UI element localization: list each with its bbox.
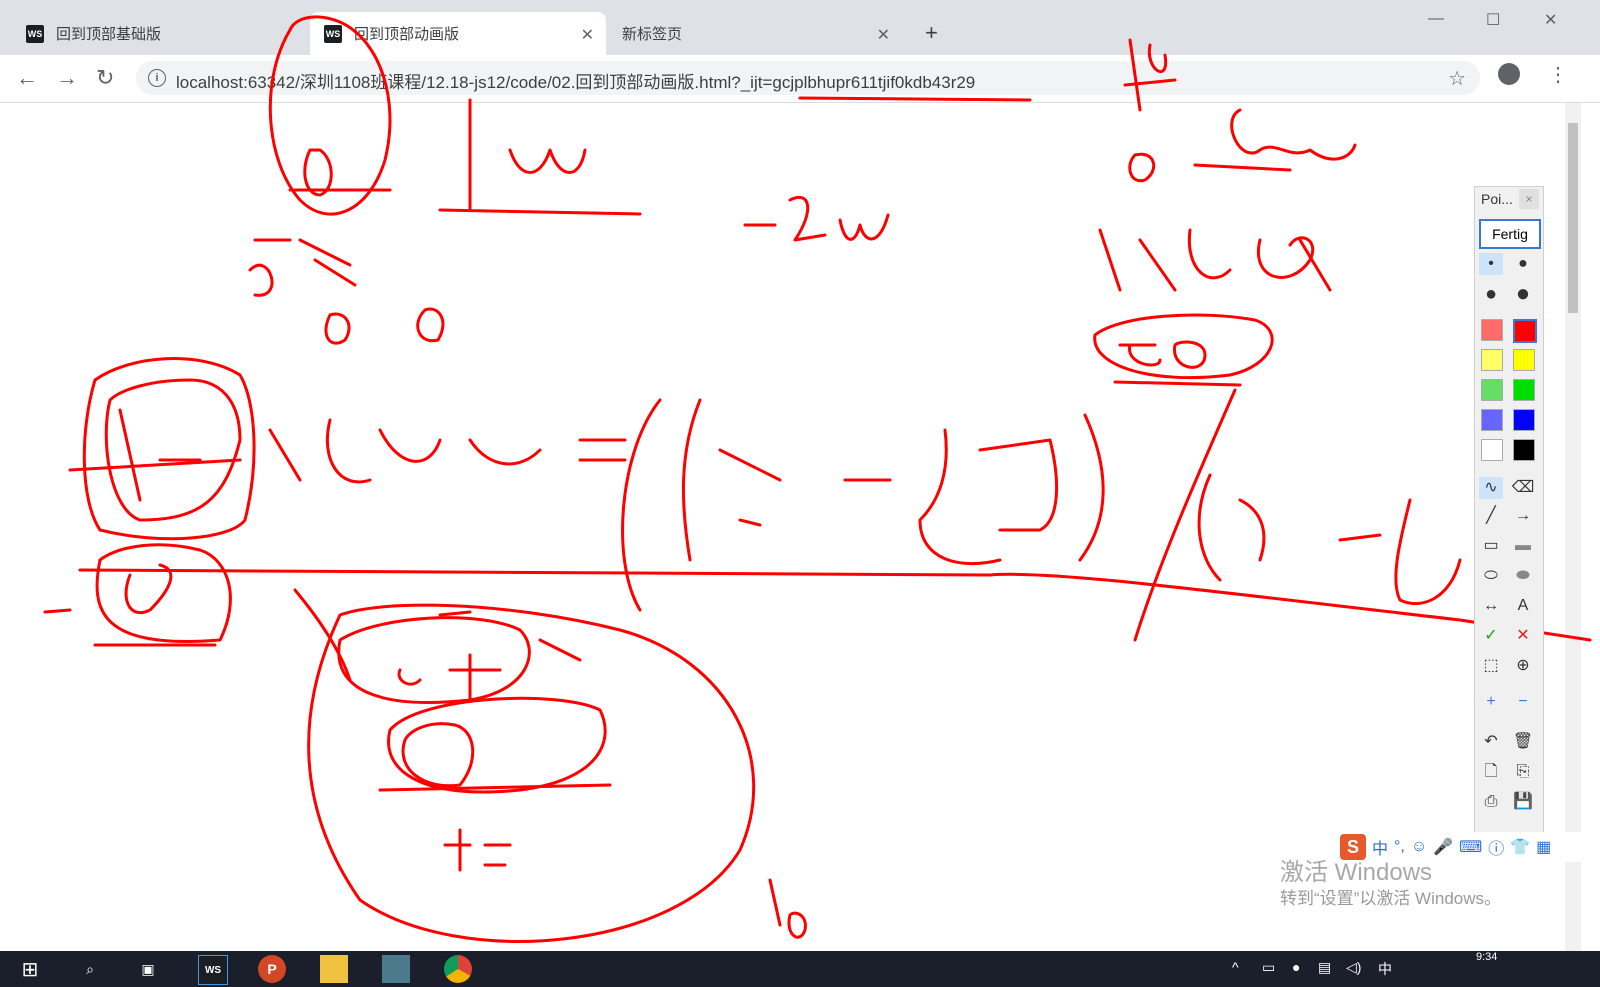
- zoom-icon[interactable]: ⊕: [1511, 655, 1535, 677]
- ink-stroke: [124, 563, 173, 614]
- ink-stroke: [43, 608, 217, 647]
- ink-stroke: [1113, 380, 1242, 387]
- text-icon[interactable]: A: [1511, 595, 1535, 617]
- ink-stroke: [307, 603, 756, 943]
- filled-ellipse-icon[interactable]: ⬬: [1511, 565, 1535, 587]
- ink-stroke: [1193, 108, 1357, 172]
- color-swatch-light-blue[interactable]: [1481, 409, 1503, 431]
- ink-stroke: [268, 418, 542, 484]
- start-icon[interactable]: ⊞: [16, 955, 44, 983]
- ink-stroke: [798, 96, 1032, 102]
- palette-close-button[interactable]: ×: [1519, 189, 1539, 209]
- ink-stroke: [743, 196, 890, 242]
- ink-stroke: [508, 148, 587, 174]
- color-swatch-blue[interactable]: [1513, 409, 1535, 431]
- copy-icon[interactable]: ⎘: [1511, 761, 1535, 783]
- ink-stroke: [397, 610, 502, 702]
- taskbar: ⊞ ⌕ ▣ WS P ^ ▭ ● ▤ ◁) 中 9:34: [0, 951, 1600, 987]
- volume-icon[interactable]: ◁): [1346, 959, 1361, 976]
- filled-rect-icon[interactable]: ▬: [1511, 535, 1535, 557]
- tray-lang[interactable]: 中: [1378, 959, 1392, 979]
- color-swatch-red[interactable]: [1513, 319, 1537, 343]
- ink-stroke: [681, 398, 782, 562]
- ink-stroke: [1098, 228, 1332, 292]
- palette-title: Poi...: [1481, 191, 1513, 207]
- ink-stroke: [337, 616, 531, 704]
- shirt-icon[interactable]: 👕: [1510, 837, 1530, 857]
- ink-stroke: [1118, 340, 1207, 369]
- ellipse-icon[interactable]: ⬭: [1479, 565, 1503, 587]
- ink-stroke: [324, 307, 445, 345]
- double-arrow-icon[interactable]: ↔: [1479, 595, 1503, 617]
- color-swatch-light-red[interactable]: [1481, 319, 1503, 341]
- minus-icon[interactable]: −: [1511, 691, 1535, 713]
- print-icon[interactable]: ⎙: [1479, 791, 1503, 813]
- ink-stroke: [378, 783, 612, 792]
- mic-tray-icon[interactable]: ●: [1292, 959, 1300, 975]
- chrome-icon[interactable]: [444, 955, 472, 983]
- color-swatch-black[interactable]: [1513, 439, 1535, 461]
- check-icon[interactable]: ✓: [1479, 625, 1503, 647]
- ink-stroke: [1078, 413, 1105, 562]
- trash-icon[interactable]: 🗑: [1511, 731, 1535, 753]
- ink-stroke: [918, 428, 1058, 566]
- plus-icon[interactable]: +: [1479, 691, 1503, 713]
- file-explorer-icon[interactable]: [320, 955, 348, 983]
- ink-stroke: [401, 722, 475, 788]
- ink-stroke: [578, 438, 627, 462]
- activation-watermark-text: 转到“设置”以激活 Windows。: [1280, 889, 1502, 908]
- ink-stroke: [1394, 498, 1462, 606]
- color-swatch-light-green[interactable]: [1481, 379, 1503, 401]
- keyboard-icon[interactable]: ⌨: [1459, 837, 1482, 857]
- tray-expand-icon[interactable]: ^: [1232, 959, 1239, 975]
- cross-icon[interactable]: ✕: [1511, 625, 1535, 647]
- color-swatch-light-yellow[interactable]: [1481, 349, 1503, 371]
- save-icon[interactable]: 💾: [1511, 791, 1535, 813]
- ink-stroke: [1123, 38, 1177, 112]
- pen-size-small-icon[interactable]: •: [1479, 253, 1503, 275]
- rect-icon[interactable]: ▭: [1479, 535, 1503, 557]
- ink-stroke: [248, 238, 357, 297]
- line-icon[interactable]: ╱: [1479, 505, 1503, 527]
- ink-stroke: [104, 378, 242, 522]
- crop-icon[interactable]: ⬚: [1479, 655, 1503, 677]
- powerpoint-icon[interactable]: P: [258, 955, 286, 983]
- grid-icon[interactable]: ▦: [1536, 837, 1551, 857]
- clock[interactable]: 9:34: [1476, 951, 1497, 963]
- ink-stroke: [1133, 388, 1237, 642]
- mic-icon[interactable]: 🎤: [1433, 837, 1453, 857]
- battery-icon[interactable]: ▭: [1262, 959, 1275, 976]
- new-page-icon[interactable]: 🗋: [1479, 761, 1503, 783]
- ink-stroke: [68, 408, 242, 502]
- task-view-icon[interactable]: ▣: [134, 955, 162, 983]
- webstorm-taskbar-icon[interactable]: WS: [198, 955, 228, 985]
- arrow-icon[interactable]: →: [1511, 505, 1535, 527]
- ink-stroke: [1197, 473, 1382, 582]
- color-swatch-white[interactable]: [1481, 439, 1503, 461]
- ink-stroke: [293, 588, 582, 682]
- paint-app-icon[interactable]: [382, 955, 410, 983]
- network-icon[interactable]: ▤: [1318, 959, 1331, 976]
- eraser-icon[interactable]: ⌫: [1511, 477, 1535, 499]
- ink-stroke: [1128, 152, 1156, 183]
- pen-size-medium-icon[interactable]: ●: [1511, 253, 1535, 275]
- search-icon[interactable]: ⌕: [76, 955, 104, 983]
- color-swatch-yellow[interactable]: [1513, 349, 1535, 371]
- ink-stroke: [621, 398, 662, 612]
- info-icon[interactable]: ⓘ: [1488, 835, 1504, 859]
- ink-stroke: [303, 148, 333, 197]
- activation-watermark-title: 激活 Windows: [1280, 859, 1433, 886]
- ink-stroke: [443, 828, 512, 872]
- pen-tool-palette: Poi... × Fertig • ● ● ● ∿ ⌫ ╱ → ▭ ▬ ⬭ ⬬ …: [1474, 186, 1544, 856]
- done-button[interactable]: Fertig: [1479, 219, 1541, 249]
- ink-stroke: [768, 878, 807, 939]
- color-swatch-green[interactable]: [1513, 379, 1535, 401]
- pen-icon[interactable]: ∿: [1479, 477, 1503, 499]
- pen-size-large-icon[interactable]: ●: [1479, 283, 1503, 305]
- ink-stroke: [82, 357, 256, 541]
- ink-stroke: [438, 98, 642, 216]
- undo-icon[interactable]: ↶: [1479, 731, 1503, 753]
- pen-size-xlarge-icon[interactable]: ●: [1511, 282, 1535, 306]
